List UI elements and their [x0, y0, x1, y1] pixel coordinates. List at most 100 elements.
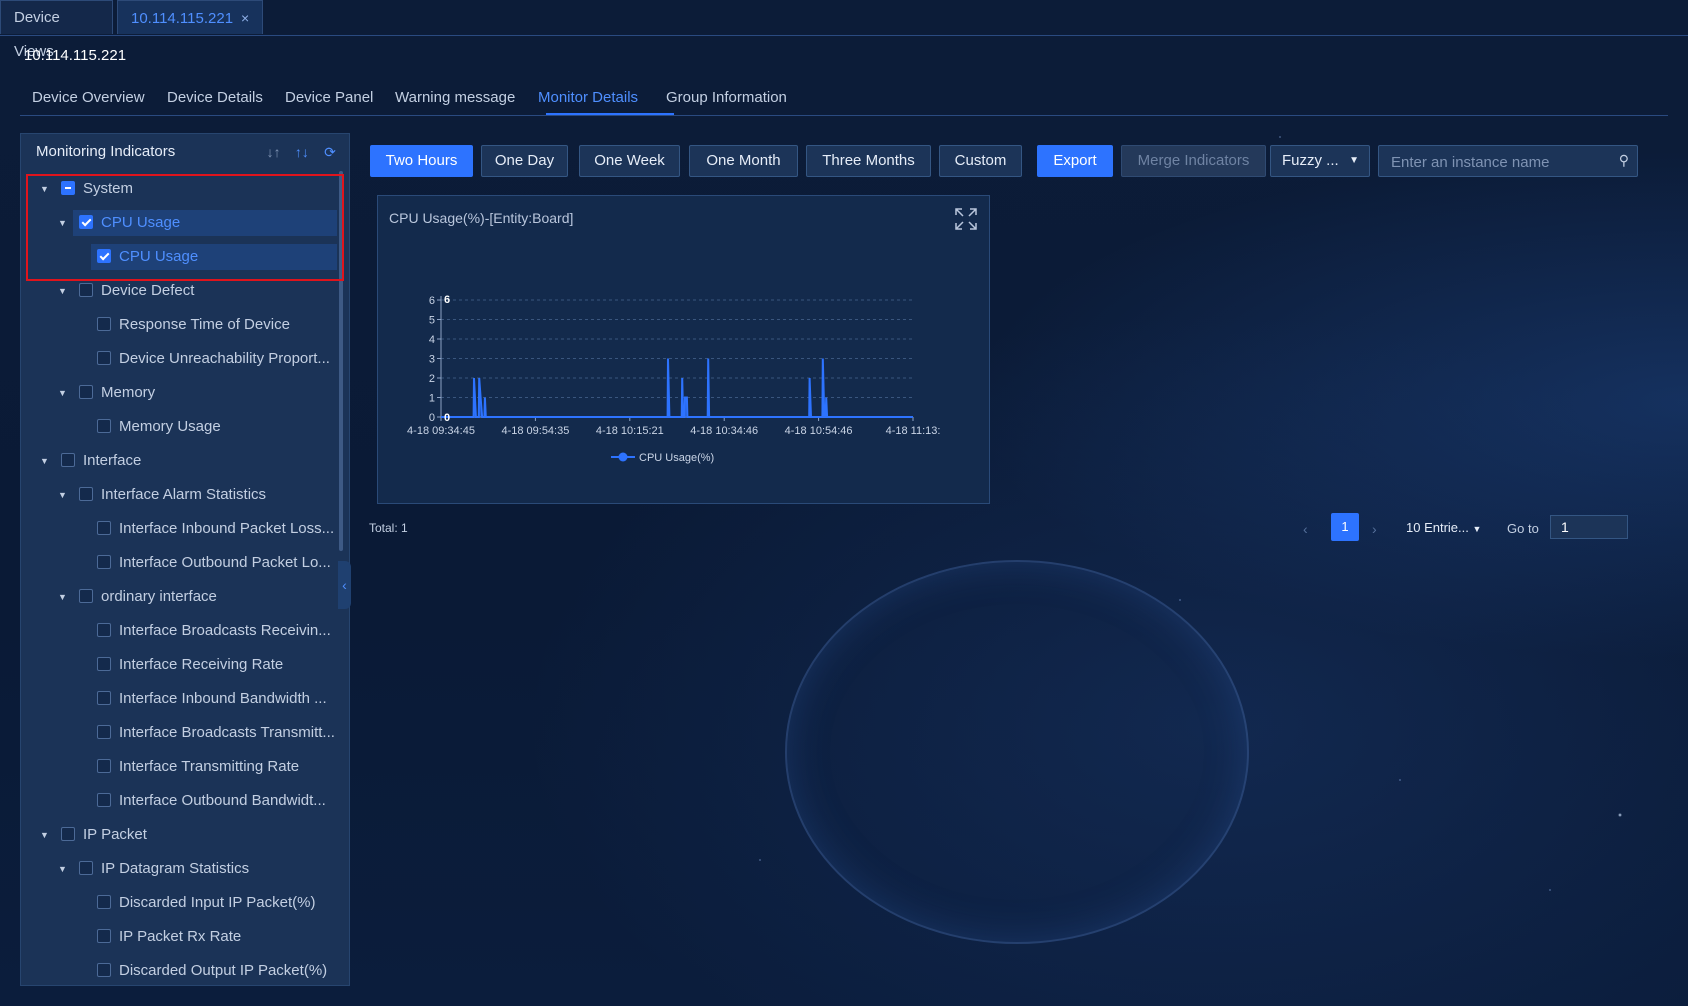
tree-node-label: ordinary interface	[101, 588, 217, 605]
tree-node[interactable]: Memory Usage	[21, 414, 341, 440]
y-tick-label: 5	[429, 315, 435, 327]
range-one-month-button[interactable]: One Month	[689, 145, 798, 177]
expand-arrow-icon[interactable]: ▼	[58, 584, 68, 610]
legend-label[interactable]: CPU Usage(%)	[639, 452, 714, 464]
instance-search: ⚲	[1378, 145, 1638, 178]
tree-checkbox[interactable]	[97, 759, 111, 773]
tree-checkbox[interactable]	[97, 793, 111, 807]
x-tick-label: 4-18 09:54:35	[501, 425, 569, 437]
tree-checkbox[interactable]	[79, 385, 93, 399]
range-three-months-button[interactable]: Three Months	[806, 145, 931, 177]
subnav-device-details[interactable]: Device Details	[167, 89, 263, 106]
range-custom-button[interactable]: Custom	[939, 145, 1022, 177]
tree-checkbox[interactable]	[97, 929, 111, 943]
tree-node-label: Memory	[101, 384, 156, 401]
tree-node-label: Interface Outbound Bandwidt...	[119, 792, 326, 809]
subnav-device-overview[interactable]: Device Overview	[32, 89, 145, 106]
expand-arrow-icon[interactable]: ▼	[58, 380, 68, 406]
tree-checkbox[interactable]	[79, 487, 93, 501]
tree-node[interactable]: Interface Broadcasts Transmitt...	[21, 720, 341, 746]
tree-node[interactable]: Interface Transmitting Rate	[21, 754, 341, 780]
tree-checkbox[interactable]	[97, 895, 111, 909]
tree-node[interactable]: ▼ ordinary interface	[21, 584, 341, 610]
chart-card: CPU Usage(%)-[Entity:Board] 0 1 2 3 4 5 6 4-18 …	[377, 195, 990, 504]
range-one-week-button[interactable]: One Week	[579, 145, 680, 177]
active-subnav-indicator	[546, 113, 674, 115]
tree-checkbox[interactable]	[97, 555, 111, 569]
export-button[interactable]: Export	[1037, 145, 1113, 177]
tree-node-label: Interface Broadcasts Receivin...	[119, 622, 331, 639]
tree-checkbox[interactable]	[97, 351, 111, 365]
tree-node[interactable]: ▼ Memory	[21, 380, 341, 406]
tree-node[interactable]: Response Time of Device	[21, 312, 341, 338]
tree-checkbox[interactable]	[61, 453, 75, 467]
subnav-monitor-details[interactable]: Monitor Details	[538, 89, 638, 106]
range-two-hours-button[interactable]: Two Hours	[370, 145, 473, 177]
expand-arrow-icon[interactable]: ▼	[58, 856, 68, 882]
tree-node[interactable]: Device Unreachability Proport...	[21, 346, 341, 372]
close-icon[interactable]: ×	[241, 10, 249, 26]
page-size-select[interactable]: 10 Entrie... ▼	[1406, 520, 1481, 535]
collapse-sidebar-handle[interactable]: ‹	[338, 561, 351, 609]
tree-checkbox[interactable]	[97, 317, 111, 331]
x-tick-label: 4-18 10:15:21	[596, 425, 664, 437]
expand-all-icon[interactable]: ↑↓	[293, 134, 311, 170]
tree-checkbox[interactable]	[97, 521, 111, 535]
next-page-icon[interactable]: ›	[1372, 521, 1377, 537]
tree-checkbox[interactable]	[79, 283, 93, 297]
tree-node[interactable]: Interface Receiving Rate	[21, 652, 341, 678]
match-mode-select[interactable]: Fuzzy ... ▼	[1270, 145, 1370, 177]
expand-arrow-icon[interactable]: ▼	[40, 822, 50, 848]
expand-arrow-icon[interactable]: ▼	[58, 278, 68, 304]
tree-node-label: Interface Receiving Rate	[119, 656, 284, 673]
tree-checkbox[interactable]	[97, 657, 111, 671]
tree-node-label: IP Datagram Statistics	[101, 860, 250, 877]
panel-title: Monitoring Indicators	[36, 143, 176, 160]
series-line	[441, 358, 913, 418]
subnav-group-information[interactable]: Group Information	[666, 89, 787, 106]
tree-checkbox[interactable]	[97, 623, 111, 637]
max-value-label: 6	[444, 294, 450, 306]
panel-header: Monitoring Indicators ↓↑ ↑↓ ⟳	[21, 134, 349, 170]
y-tick-label: 3	[429, 354, 435, 366]
tree-checkbox[interactable]	[97, 725, 111, 739]
tab-device-ip[interactable]: 10.114.115.221 ×	[117, 0, 263, 34]
tree-node[interactable]: ▼ IP Datagram Statistics	[21, 856, 341, 882]
expand-arrow-icon[interactable]: ▼	[58, 482, 68, 508]
legend-marker	[618, 452, 628, 462]
tree-node[interactable]: Discarded Input IP Packet(%)	[21, 890, 341, 916]
tree-node-label: Interface Inbound Packet Loss...	[119, 520, 335, 537]
tree-checkbox[interactable]	[79, 589, 93, 603]
tab-device-views[interactable]: Device Views	[0, 0, 113, 60]
tree-checkbox[interactable]	[97, 691, 111, 705]
subnav-device-panel[interactable]: Device Panel	[285, 89, 373, 106]
chevron-down-icon: ▼	[1349, 155, 1359, 166]
tree-node[interactable]: Interface Inbound Packet Loss...	[21, 516, 341, 542]
collapse-all-icon[interactable]: ↓↑	[265, 134, 283, 170]
tree-node[interactable]: Discarded Output IP Packet(%)	[21, 958, 341, 984]
tree-node[interactable]: ▼ Interface	[21, 448, 341, 474]
refresh-icon[interactable]: ⟳	[321, 134, 339, 170]
search-icon[interactable]: ⚲	[1619, 152, 1629, 169]
prev-page-icon[interactable]: ‹	[1303, 521, 1308, 537]
page-number[interactable]: 1	[1331, 513, 1359, 541]
tree-node[interactable]: ▼ Interface Alarm Statistics	[21, 482, 341, 508]
instance-search-input[interactable]	[1379, 146, 1613, 178]
tree-checkbox[interactable]	[97, 419, 111, 433]
subnav-warning-message[interactable]: Warning message	[395, 89, 515, 106]
range-one-day-button[interactable]: One Day	[481, 145, 568, 177]
tree-node-label: IP Packet	[83, 826, 147, 843]
expand-arrow-icon[interactable]: ▼	[40, 448, 50, 474]
goto-page-input[interactable]: 1	[1550, 515, 1628, 539]
tree-node[interactable]: Interface Broadcasts Receivin...	[21, 618, 341, 644]
tree-checkbox[interactable]	[79, 861, 93, 875]
tree-node[interactable]: IP Packet Rx Rate	[21, 924, 341, 950]
merge-indicators-button[interactable]: Merge Indicators	[1121, 145, 1266, 177]
tree-node[interactable]: ▼ Device Defect	[21, 278, 341, 304]
tree-checkbox[interactable]	[97, 963, 111, 977]
tree-node[interactable]: ▼ IP Packet	[21, 822, 341, 848]
tree-node[interactable]: Interface Inbound Bandwidth ...	[21, 686, 341, 712]
tree-node[interactable]: Interface Outbound Packet Lo...	[21, 550, 341, 576]
tree-node[interactable]: Interface Outbound Bandwidt...	[21, 788, 341, 814]
tree-checkbox[interactable]	[61, 827, 75, 841]
